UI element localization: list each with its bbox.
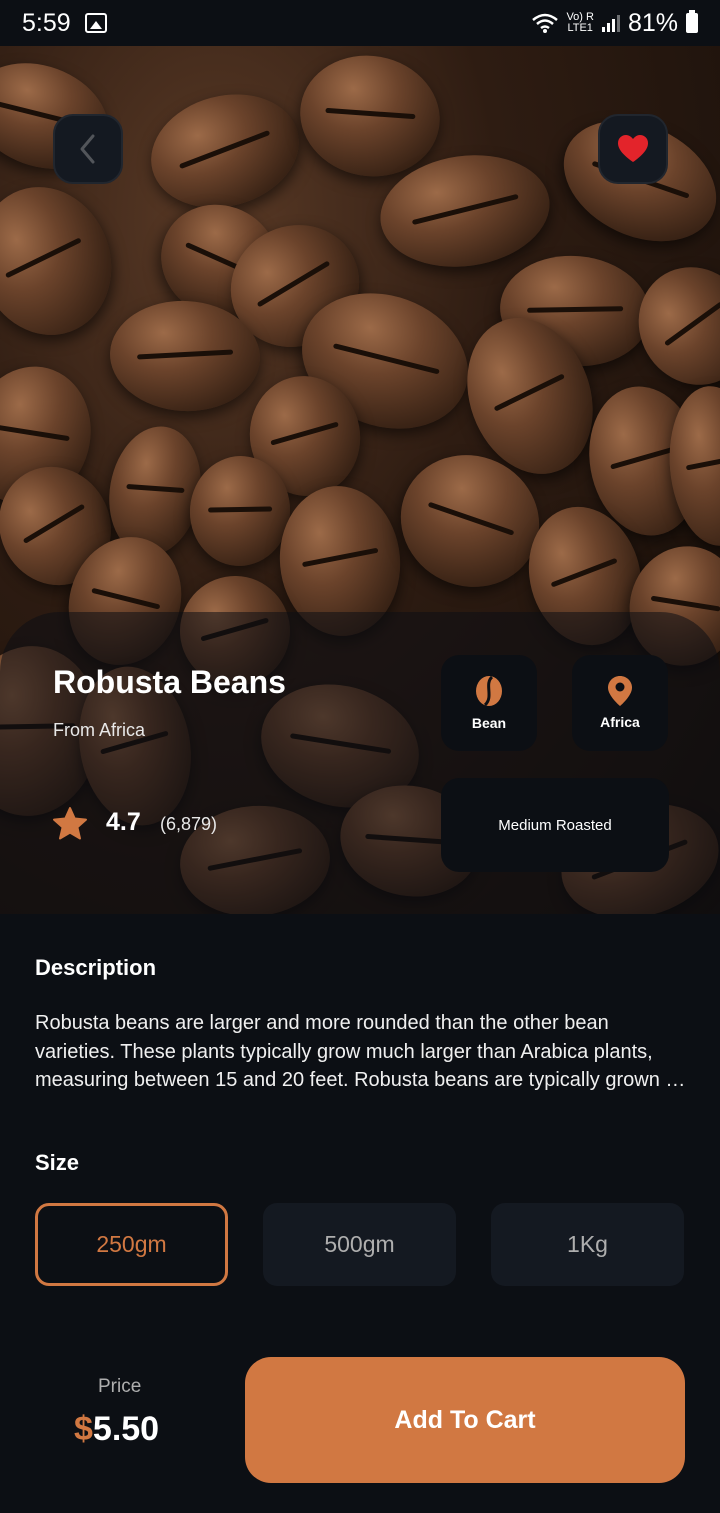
product-origin: From Africa (53, 720, 146, 740)
product-hero-image: Robusta Beans From Africa 4.7 (6,879) Be… (0, 46, 720, 914)
network-type: Vo) R LTE1 (566, 12, 594, 34)
bean-type-chip: Bean (441, 655, 537, 751)
wifi-icon (532, 13, 559, 33)
rating-count: (6,879) (160, 814, 218, 834)
chevron-left-icon (80, 134, 95, 164)
size-option-500gm[interactable]: 500gm (263, 1203, 456, 1286)
region-label: Africa (600, 714, 640, 730)
status-indicators: Vo) R LTE1 81% (532, 9, 698, 38)
size-option-1kg[interactable]: 1Kg (491, 1203, 684, 1286)
location-pin-icon (608, 676, 632, 706)
size-option-250gm[interactable]: 250gm (35, 1203, 228, 1286)
gallery-notification-icon (84, 13, 107, 33)
product-title: Robusta Beans (53, 664, 286, 700)
favorite-button[interactable] (598, 114, 668, 184)
battery-percent: 81% (627, 8, 678, 37)
size-heading: Size (35, 1150, 80, 1175)
bean-type-label: Bean (471, 715, 507, 731)
roast-level-label: Medium Roasted (498, 816, 612, 834)
add-to-cart-button[interactable]: Add To Cart (245, 1357, 685, 1483)
rating-value: 4.7 (106, 808, 141, 836)
battery-icon (686, 10, 698, 33)
heart-icon (618, 135, 648, 162)
price-currency: $ (74, 1410, 93, 1448)
price-value: $5.50 (74, 1410, 159, 1449)
price-amount: 5.50 (92, 1410, 160, 1448)
description-text[interactable]: Robusta beans are larger and more rounde… (35, 1009, 690, 1095)
coffee-bean-icon (476, 675, 502, 707)
star-icon (53, 807, 87, 840)
roast-level-chip: Medium Roasted (441, 778, 669, 872)
network-bottom-text: LTE1 (567, 22, 593, 34)
description-heading: Description (35, 955, 157, 980)
back-button[interactable] (53, 114, 123, 184)
region-chip: Africa (572, 655, 668, 751)
price-label: Price (98, 1376, 142, 1397)
status-bar: 5:59 Vo) R LTE1 81% (0, 0, 720, 46)
status-time: 5:59 (22, 8, 71, 37)
signal-icon (601, 14, 620, 32)
